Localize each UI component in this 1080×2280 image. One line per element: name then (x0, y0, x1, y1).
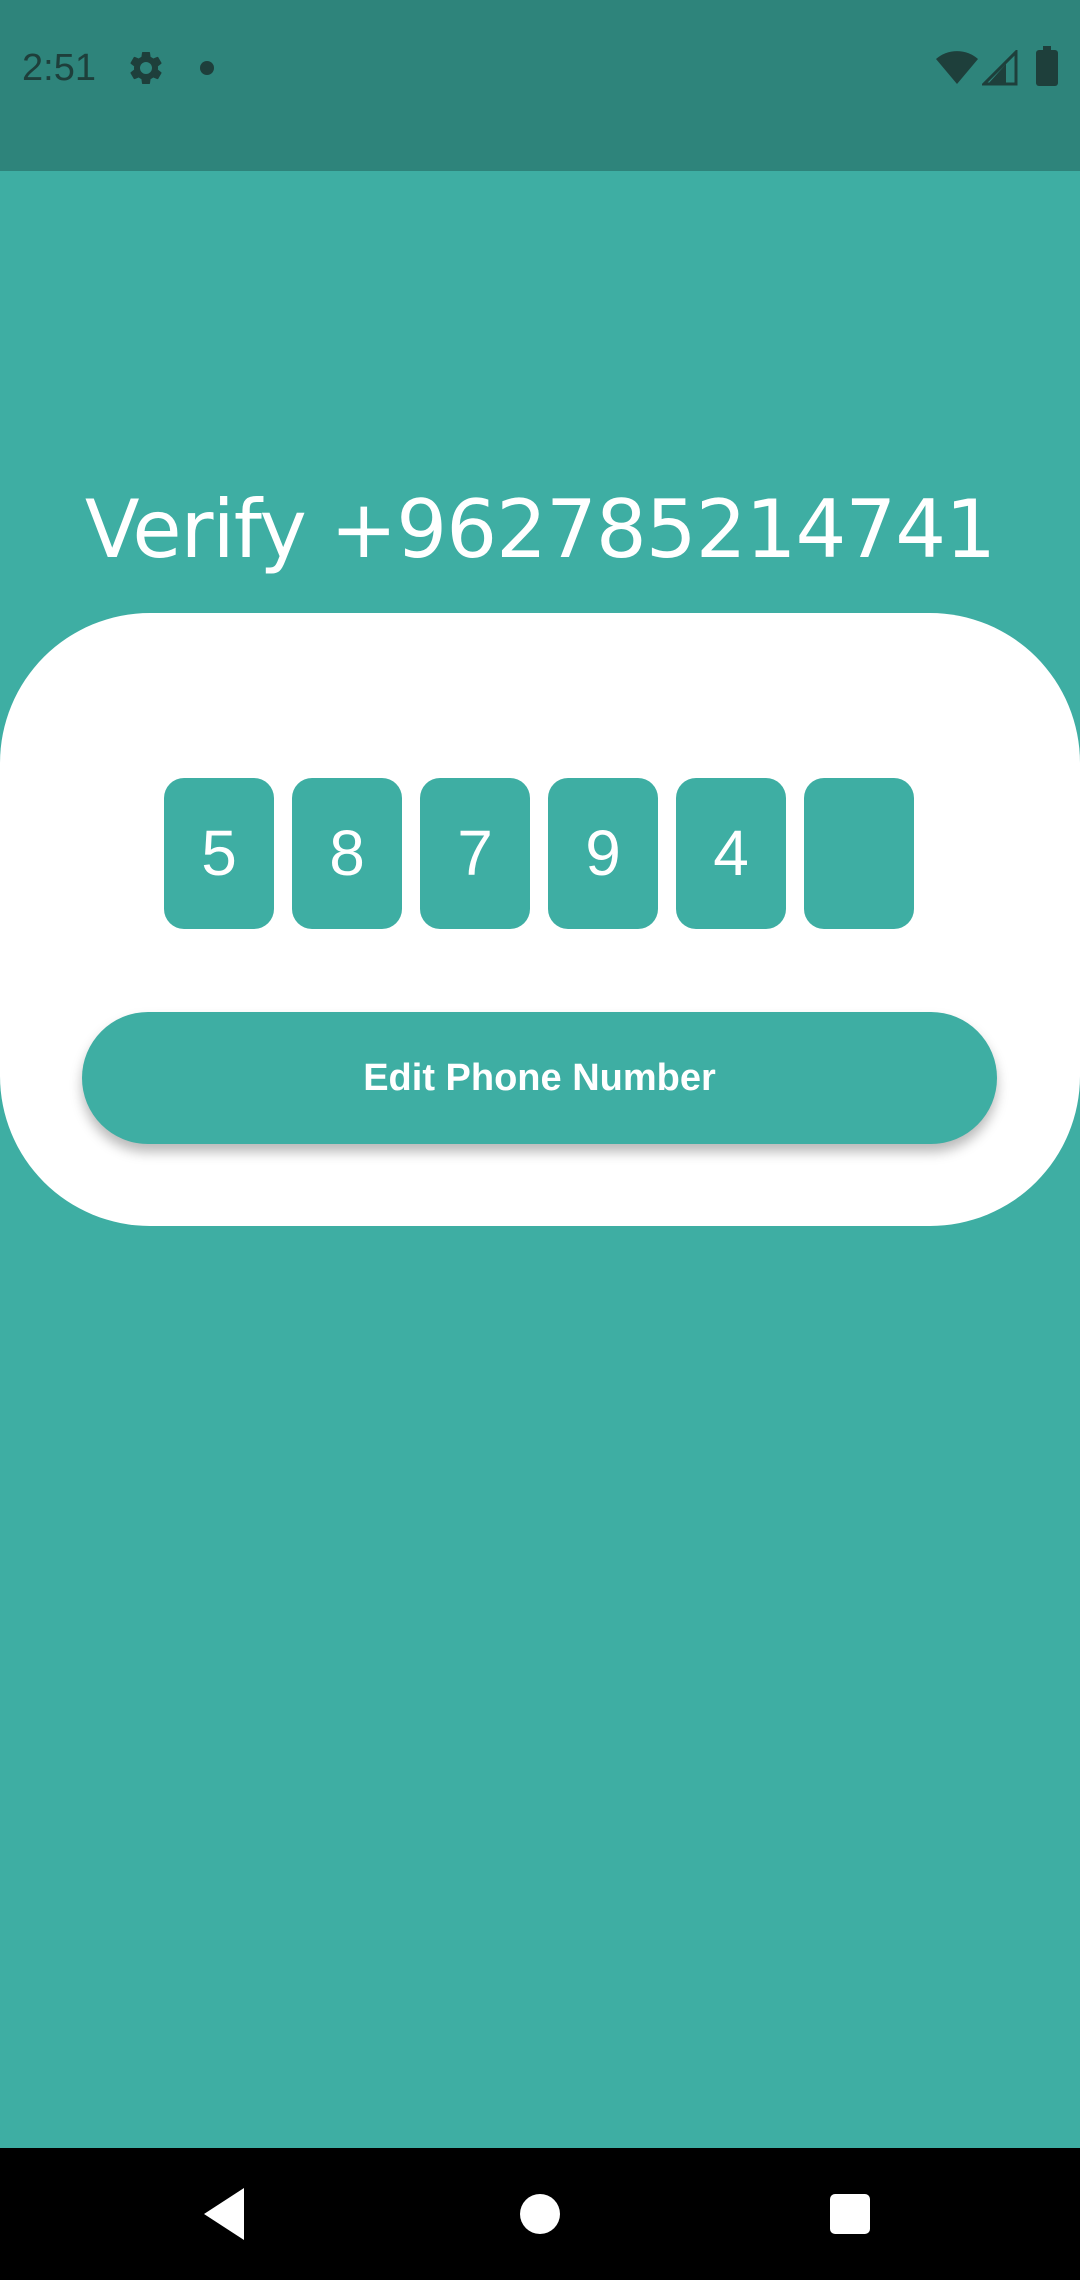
home-icon[interactable] (520, 2194, 560, 2234)
recents-icon[interactable] (830, 2194, 870, 2234)
back-icon[interactable] (200, 2186, 248, 2242)
gear-icon (130, 51, 162, 84)
otp-digit-4[interactable]: 9 (548, 778, 658, 929)
otp-digit-2[interactable]: 8 (292, 778, 402, 929)
otp-digit-6[interactable] (804, 778, 914, 929)
dot-icon (200, 61, 214, 75)
edit-phone-number-button[interactable]: Edit Phone Number (82, 1012, 997, 1144)
otp-digit-5[interactable]: 4 (676, 778, 786, 929)
signal-icon (982, 50, 1018, 86)
wifi-icon (936, 51, 978, 84)
battery-icon (1036, 46, 1058, 86)
otp-digit-1[interactable]: 5 (164, 778, 274, 929)
status-bar: 2:51 (0, 0, 1080, 171)
navigation-bar (0, 2148, 1080, 2280)
otp-digit-3[interactable]: 7 (420, 778, 530, 929)
otp-input-row: 5 8 7 9 4 (164, 778, 916, 929)
page-title: Verify +962785214741 (84, 483, 996, 576)
status-time: 2:51 (22, 47, 96, 89)
